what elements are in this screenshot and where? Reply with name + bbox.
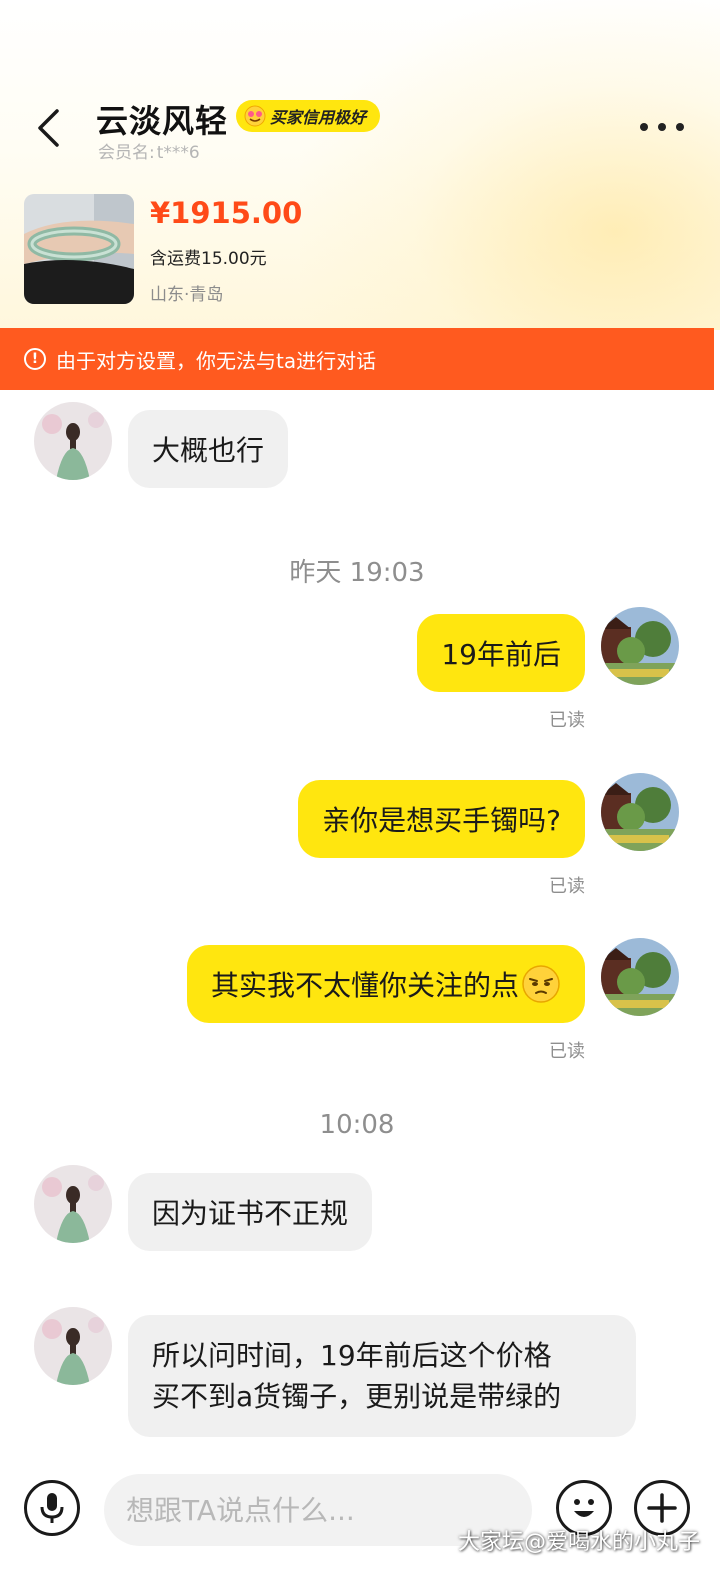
message-line: 所以问时间，19年前后这个价格	[152, 1339, 552, 1372]
contact-avatar[interactable]	[34, 402, 112, 480]
shipping-fee: 含运费15.00元	[150, 249, 267, 269]
contact-avatar-image	[34, 1165, 112, 1243]
my-avatar[interactable]	[601, 607, 679, 685]
message-bubble-outgoing[interactable]: 亲你是想买手镯吗?	[298, 780, 585, 858]
timestamp: 昨天 19:03	[289, 558, 425, 588]
my-avatar-image	[601, 938, 679, 1016]
message-text: 其实我不太懂你关注的点	[210, 969, 519, 1002]
message-bubble-incoming[interactable]: 所以问时间，19年前后这个价格 买不到a货镯子，更别说是带绿的	[128, 1315, 636, 1437]
voice-button[interactable]	[24, 1480, 80, 1536]
read-status: 已读	[549, 1041, 585, 1062]
mic-icon	[40, 1493, 64, 1523]
contact-avatar-image	[34, 1307, 112, 1385]
more-icon	[640, 123, 648, 131]
message-line: 买不到a货镯子，更别说是带绿的	[152, 1380, 562, 1413]
my-avatar-image	[601, 773, 679, 851]
message-bubble-incoming[interactable]: 因为证书不正规	[128, 1173, 373, 1251]
member-name: 会员名: t***6	[96, 138, 200, 163]
pensive-emoji-icon	[522, 965, 560, 1003]
input-bar	[0, 1462, 720, 1584]
timestamp: 10:08	[319, 1110, 395, 1140]
more-icon-dot	[676, 123, 684, 131]
product-image[interactable]	[24, 194, 134, 304]
message-bubble-incoming[interactable]: 大概也行	[128, 410, 289, 488]
my-avatar[interactable]	[601, 773, 679, 851]
more-icon-dot	[658, 123, 666, 131]
warning-icon: !	[24, 348, 46, 370]
member-label: 会员名:	[98, 143, 155, 163]
watermark: 大家坛@爱喝水的小丸子	[457, 1530, 700, 1555]
contact-avatar-image	[34, 402, 112, 480]
product-location: 山东·青岛	[150, 285, 224, 305]
star-eyes-face-icon	[244, 105, 266, 127]
contact-avatar[interactable]	[34, 1307, 112, 1385]
member-id: t***6	[156, 143, 200, 163]
contact-name: 云淡风轻	[96, 102, 229, 140]
back-button[interactable]	[28, 104, 68, 152]
product-price: ¥1915.00	[150, 196, 303, 230]
blocked-banner-text: 由于对方设置，你无法与ta进行对话	[56, 348, 377, 373]
my-avatar-image	[601, 607, 679, 685]
product-card[interactable]: ¥1915.00 含运费15.00元 山东·青岛	[24, 194, 704, 306]
read-status: 已读	[549, 876, 585, 897]
read-status: 已读	[549, 710, 585, 731]
message-bubble-outgoing[interactable]: 其实我不太懂你关注的点	[186, 945, 585, 1023]
chat-header: 云淡风轻 买家信用极好 会员名: t***6	[0, 90, 720, 170]
more-button[interactable]	[640, 114, 684, 140]
my-avatar[interactable]	[601, 938, 679, 1016]
credit-badge: 买家信用极好	[236, 100, 381, 132]
credit-badge-label: 买家信用极好	[270, 108, 367, 127]
blocked-banner: ! 由于对方设置，你无法与ta进行对话	[0, 328, 714, 390]
contact-avatar[interactable]	[34, 1165, 112, 1243]
back-arrow-icon	[38, 109, 59, 147]
bangle-photo	[24, 194, 134, 304]
message-bubble-outgoing[interactable]: 19年前后	[417, 614, 585, 692]
